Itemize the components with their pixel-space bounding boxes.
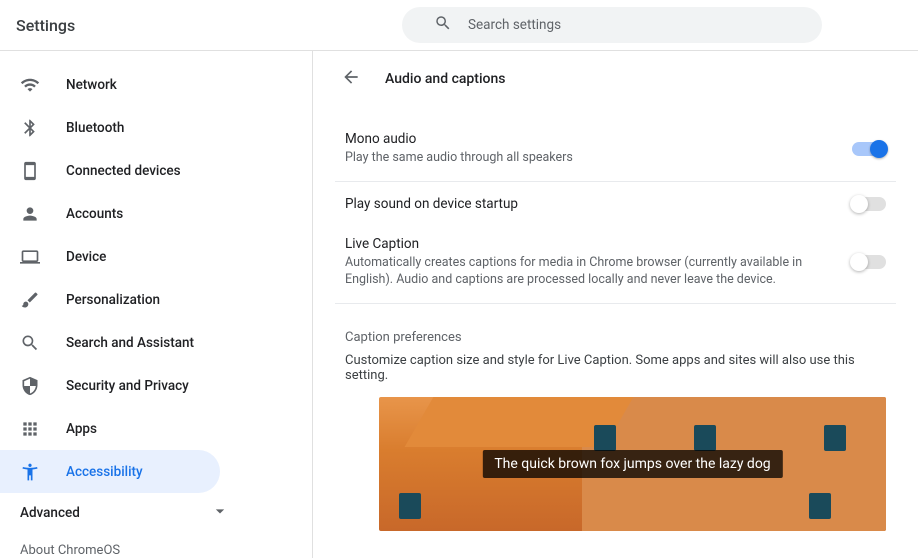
search-icon [434,14,452,36]
phone-icon [20,161,40,181]
chevron-down-icon [856,555,886,558]
search-placeholder: Search settings [468,17,561,33]
shield-icon [20,376,40,396]
app-title: Settings [16,16,75,35]
sidebar: Network Bluetooth Connected devices Acco… [0,51,313,558]
laptop-icon [20,247,40,267]
sidebar-item-label: Bluetooth [66,120,124,136]
sidebar-item-apps[interactable]: Apps [0,407,312,450]
sidebar-item-security-privacy[interactable]: Security and Privacy [0,364,312,407]
startup-sound-toggle[interactable] [852,197,886,211]
caption-prefs-label: Caption preferences [335,306,896,353]
chevron-down-icon [210,501,230,525]
startup-sound-title: Play sound on device startup [345,196,852,212]
mono-audio-title: Mono audio [345,131,852,147]
person-icon [20,204,40,224]
sidebar-item-bluetooth[interactable]: Bluetooth [0,106,312,149]
search-icon [20,333,40,353]
caption-preview: The quick brown fox jumps over the lazy … [379,397,886,531]
sidebar-item-label: Security and Privacy [66,378,189,394]
main-panel: Audio and captions Mono audio Play the s… [313,51,918,558]
sidebar-item-label: Accounts [66,206,123,222]
sidebar-item-connected-devices[interactable]: Connected devices [0,149,312,192]
mono-audio-toggle[interactable] [852,142,886,156]
page-title: Audio and captions [385,71,505,87]
sidebar-item-network[interactable]: Network [0,63,312,106]
live-caption-toggle[interactable] [852,255,886,269]
sidebar-item-personalization[interactable]: Personalization [0,278,312,321]
live-caption-desc: Automatically creates captions for media… [345,254,845,289]
sidebar-item-search-assistant[interactable]: Search and Assistant [0,321,312,364]
text-size-dropdown[interactable]: Medium (Recommended) [709,555,886,558]
sidebar-item-label: Apps [66,421,97,437]
mono-audio-row: Mono audio Play the same audio through a… [335,119,896,179]
sidebar-item-label: Device [66,249,106,265]
sidebar-item-label: Accessibility [66,464,143,480]
bluetooth-icon [20,118,40,138]
live-caption-row: Live Caption Automatically creates capti… [335,224,896,301]
caption-sample-text: The quick brown fox jumps over the lazy … [482,450,782,478]
sidebar-item-device[interactable]: Device [0,235,312,278]
about-link[interactable]: About ChromeOS [0,533,312,558]
search-bar[interactable]: Search settings [402,7,822,43]
sidebar-item-accounts[interactable]: Accounts [0,192,312,235]
back-button[interactable] [341,67,361,91]
mono-audio-desc: Play the same audio through all speakers [345,149,845,167]
sidebar-item-label: Connected devices [66,163,181,179]
brush-icon [20,290,40,310]
sidebar-item-label: Search and Assistant [66,335,194,351]
wifi-icon [20,75,40,95]
sidebar-item-label: Network [66,77,117,93]
startup-sound-row: Play sound on device startup [335,184,896,224]
live-caption-title: Live Caption [345,236,852,252]
apps-icon [20,419,40,439]
advanced-toggle[interactable]: Advanced [0,493,312,533]
caption-prefs-desc: Customize caption size and style for Liv… [335,353,896,397]
accessibility-icon [20,462,40,482]
sidebar-item-label: Personalization [66,292,160,308]
sidebar-item-accessibility[interactable]: Accessibility [0,450,220,493]
